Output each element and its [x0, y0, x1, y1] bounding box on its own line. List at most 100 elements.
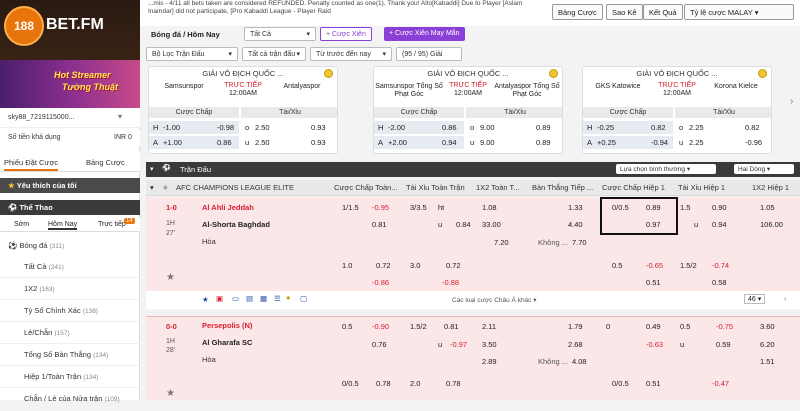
odds-value[interactable]: 0.51 — [646, 278, 661, 287]
pitch-icon[interactable]: ▦ — [260, 294, 267, 303]
odds-value[interactable]: u — [438, 220, 442, 229]
odds-value[interactable]: 0.72 — [446, 261, 461, 270]
odds-value[interactable]: u — [680, 340, 684, 349]
results-button[interactable]: Kết Quả — [643, 4, 683, 20]
featured-match-card[interactable]: GIẢI VÔ ĐỊCH QUỐC ... Samsunspor Tổng Số … — [373, 66, 563, 154]
odds-value[interactable]: 3/3.5 — [410, 203, 427, 212]
odds-value[interactable]: 0.94 — [712, 220, 727, 229]
odds-value[interactable]: 0.5 — [612, 261, 622, 270]
odds-value[interactable]: 0/0.5 — [612, 203, 629, 212]
card-away-handicap[interactable]: A +2.00 0.94 — [374, 136, 464, 149]
card-under[interactable]: u 9.00 0.89 — [466, 136, 562, 149]
league-filter-select[interactable]: Bộ Lọc Trận Đấu ▾ — [146, 47, 238, 61]
sidebar-item[interactable]: Tất Cả (241) — [0, 256, 140, 278]
sidebar-favorites[interactable]: ★ Yêu thích của tôi — [0, 178, 140, 193]
collapse-icon[interactable]: ▾ — [150, 165, 154, 173]
tab-bet-slip[interactable]: Phiếu Đặt Cược — [4, 158, 59, 171]
odds-value[interactable]: 3.0 — [410, 261, 420, 270]
odds-value[interactable]: 7.70 — [572, 238, 587, 247]
odds-value[interactable]: 1.79 — [568, 322, 583, 331]
odds-value[interactable]: 1.0 — [342, 261, 352, 270]
odds-board-button[interactable]: Bảng Cược — [552, 4, 603, 20]
tab-today[interactable]: Hôm Nay — [48, 221, 78, 230]
odds-value[interactable]: Không ... — [538, 238, 568, 247]
card-away-handicap[interactable]: A +1.00 0.86 — [149, 136, 239, 149]
tab-bet-list[interactable]: Bảng Cược — [86, 158, 125, 167]
tab-early[interactable]: Sớm — [14, 221, 29, 228]
odds-value[interactable]: 3.50 — [482, 340, 497, 349]
card-away-handicap[interactable]: A +0.25 -0.94 — [583, 136, 673, 149]
tab-matches[interactable]: Trận Đấu — [180, 165, 211, 174]
odds-value[interactable]: 4.08 — [572, 357, 587, 366]
odds-value[interactable]: u — [694, 220, 698, 229]
odds-value[interactable]: -0.65 — [646, 261, 663, 270]
featured-match-card[interactable]: GIẢI VÔ ĐỊCH QUỐC ... Samsunspor TRỰC TIẾP… — [148, 66, 338, 154]
odds-value[interactable]: 1.5/2 — [410, 322, 427, 331]
odds-value[interactable]: 3.60 — [760, 322, 775, 331]
card-over[interactable]: o 2.25 0.82 — [675, 121, 771, 134]
sidebar-sport-soccer[interactable]: ⚽ Bóng đá (311) — [0, 238, 140, 254]
collapse-icon[interactable]: ▾ — [150, 180, 154, 196]
chevron-right-icon[interactable]: › — [790, 96, 793, 107]
statement-button[interactable]: Sao Kê — [606, 4, 643, 20]
odds-value[interactable]: 0 — [606, 322, 610, 331]
odds-value[interactable]: 0.5 — [342, 322, 352, 331]
odds-value[interactable]: 0.51 — [646, 379, 661, 388]
odds-value[interactable]: 0.90 — [712, 203, 727, 212]
odds-value[interactable]: 1/1.5 — [342, 203, 359, 212]
sidebar-item[interactable]: Hiệp 1/Toàn Trận (134) — [0, 366, 140, 388]
star-icon[interactable]: ★ — [202, 295, 209, 304]
odds-value[interactable]: -0.86 — [372, 278, 389, 287]
odds-value[interactable]: 0.59 — [716, 340, 731, 349]
sidebar-item[interactable]: Lẻ/Chẵn (157) — [0, 322, 140, 344]
odds-value[interactable]: 2.89 — [482, 357, 497, 366]
odds-value[interactable]: 0.78 — [446, 379, 461, 388]
lucky-combo-button[interactable]: + Cược Xiên May Mắn — [384, 27, 465, 41]
odds-value[interactable]: 7.20 — [494, 238, 509, 247]
odds-value[interactable]: -0.90 — [372, 322, 389, 331]
odds-value[interactable]: 4.40 — [568, 220, 583, 229]
odds-value[interactable]: 0.49 — [646, 322, 661, 331]
odds-value[interactable]: -0.95 — [372, 203, 389, 212]
promo-banner[interactable]: Hot Streamer Tường Thuật — [0, 60, 140, 108]
odds-value[interactable]: 1.5 — [680, 203, 690, 212]
coin-icon[interactable]: ● — [286, 293, 291, 302]
combo-button[interactable]: + Cược Xiên — [320, 27, 372, 41]
calendar-icon[interactable]: ▢ — [300, 294, 307, 303]
featured-match-card[interactable]: GIẢI VÔ ĐỊCH QUỐC ... GKS Katowice TRỰC TI… — [582, 66, 772, 154]
more-count-button[interactable]: 46 ▾ — [744, 294, 766, 304]
tab-live[interactable]: Trực tiếp — [98, 221, 126, 228]
odds-value[interactable]: 0.58 — [712, 278, 727, 287]
star-icon[interactable]: ★ — [166, 388, 175, 399]
odds-type-select[interactable]: Tỷ lệ cược MALAY ▾ — [684, 4, 794, 20]
chart-icon[interactable]: ▤ — [246, 294, 253, 303]
tv-icon[interactable]: ▭ — [232, 294, 239, 303]
account-row[interactable]: sky88_7219115000... ▾ — [0, 108, 140, 128]
odds-value[interactable]: 1.33 — [568, 203, 583, 212]
card-under[interactable]: u 2.50 0.93 — [241, 136, 337, 149]
odds-value[interactable]: -0.74 — [712, 261, 729, 270]
odds-value[interactable]: -0.97 — [450, 340, 467, 349]
list-icon[interactable]: ☰ — [274, 294, 281, 303]
card-home-handicap[interactable]: H -2.00 0.86 — [374, 121, 464, 134]
odds-value[interactable]: 1.05 — [760, 203, 775, 212]
odds-value[interactable]: 0.97 — [646, 220, 661, 229]
line-select[interactable]: Hai Dòng ▾ — [734, 164, 794, 174]
odds-value[interactable]: Không ... — [538, 357, 568, 366]
odds-value[interactable]: 106.00 — [760, 220, 783, 229]
odds-value[interactable]: 0.89 — [646, 203, 661, 212]
card-under[interactable]: u 2.25 -0.96 — [675, 136, 771, 149]
sidebar-sports-header[interactable]: ⚽ Thể Thao — [0, 200, 140, 215]
odds-value[interactable]: 33.00 — [482, 220, 501, 229]
odds-value[interactable]: -0.63 — [646, 340, 663, 349]
odds-value[interactable]: 1.08 — [482, 203, 497, 212]
odds-value[interactable]: 0.76 — [372, 340, 387, 349]
scope-select[interactable]: Tất Cả ▾ — [244, 27, 316, 41]
odds-value[interactable]: 2.68 — [568, 340, 583, 349]
odds-value[interactable]: 0.78 — [376, 379, 391, 388]
odds-value[interactable]: -0.88 — [442, 278, 459, 287]
odds-value[interactable]: 1.5/2 — [680, 261, 697, 270]
odds-value[interactable]: 0/0.5 — [612, 379, 629, 388]
odds-value[interactable]: ht — [438, 203, 444, 212]
star-icon[interactable]: ★ — [166, 272, 175, 283]
